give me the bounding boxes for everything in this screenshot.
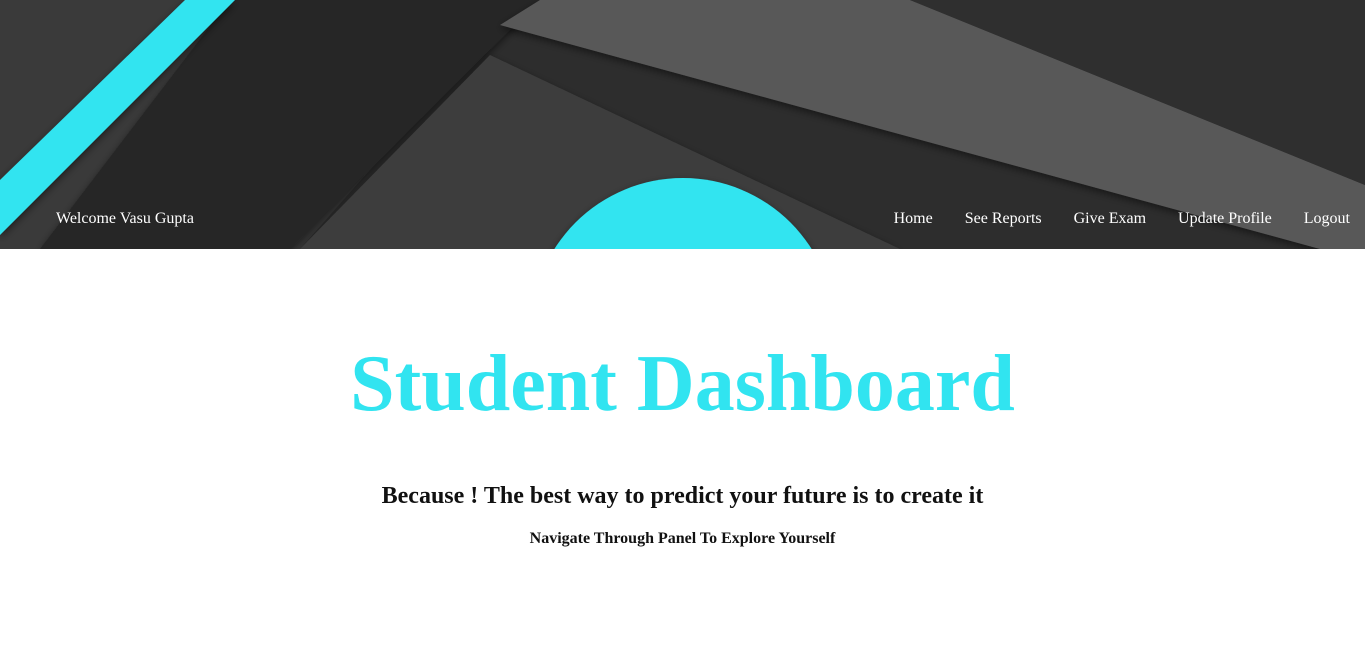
nav-logout[interactable]: Logout [1304, 209, 1350, 229]
main-content: Student Dashboard Because ! The best way… [0, 249, 1365, 660]
nav-home[interactable]: Home [894, 209, 933, 229]
header-banner: Welcome Vasu Gupta Home See Reports Give… [0, 0, 1365, 249]
main-nav: Home See Reports Give Exam Update Profil… [894, 209, 1350, 229]
welcome-text: Welcome Vasu Gupta [56, 210, 194, 227]
nav-give-exam[interactable]: Give Exam [1074, 209, 1146, 229]
subline: Navigate Through Panel To Explore Yourse… [529, 530, 836, 547]
tagline: Because ! The best way to predict your f… [381, 483, 984, 509]
nav-update-profile[interactable]: Update Profile [1178, 209, 1272, 229]
nav-see-reports[interactable]: See Reports [965, 209, 1042, 229]
page-title: Student Dashboard [350, 340, 1015, 428]
